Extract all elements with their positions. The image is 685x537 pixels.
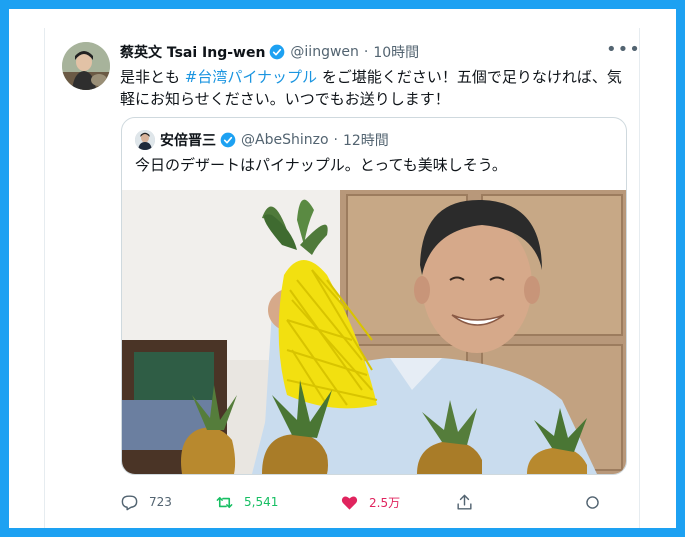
activity-button[interactable] (583, 490, 612, 514)
tweet-header: 蔡英文 Tsai Ing-wen @iingwen · 10時間 (120, 42, 419, 62)
quoted-author-handle: @AbeShinzo (241, 132, 329, 148)
quoted-separator-dot: · (333, 132, 338, 148)
quoted-photo[interactable] (122, 190, 626, 474)
tweet-text: 是非とも #台湾パイナップル をご堪能ください！五個で足りなければ、気軽にお知ら… (120, 66, 630, 110)
like-count: 2.5万 (369, 495, 401, 510)
retweet-button[interactable]: 5,541 (215, 490, 278, 514)
quoted-header: 安倍晋三 @AbeShinzo · 12時間 (160, 130, 389, 150)
tweet-actions: 723 5,541 2.5万 (120, 490, 600, 514)
share-button[interactable] (455, 490, 484, 514)
separator-dot: · (363, 44, 369, 60)
share-icon (457, 494, 472, 510)
more-horizontal-icon[interactable]: ••• (606, 39, 641, 60)
quoted-time: 12時間 (342, 133, 389, 149)
author-name[interactable]: 蔡英文 Tsai Ing-wen (120, 42, 265, 62)
quoted-tweet[interactable]: 安倍晋三 @AbeShinzo · 12時間 今日のデザートはパイナップル。とっ… (121, 117, 627, 475)
reply-icon (121, 494, 138, 510)
verified-badge-icon (270, 44, 285, 60)
quoted-author-avatar (135, 130, 155, 150)
author-handle[interactable]: @iingwen (290, 44, 358, 60)
hashtag-link[interactable]: #台湾パイナップル (185, 68, 317, 86)
reply-button[interactable]: 723 (120, 490, 172, 514)
quoted-text: 今日のデザートはパイナップル。とっても美味しそう。 (135, 156, 507, 174)
tweet-text-before: 是非とも (120, 68, 185, 86)
retweet-count: 5,541 (244, 495, 279, 509)
tweet-time[interactable]: 10時間 (373, 42, 419, 62)
author-avatar[interactable] (62, 42, 110, 90)
retweet-icon (216, 496, 233, 508)
reply-count: 723 (149, 495, 172, 509)
like-button[interactable]: 2.5万 (340, 490, 400, 514)
heart-icon (341, 496, 358, 510)
quoted-verified-badge-icon (220, 132, 236, 148)
quoted-author-name: 安倍晋三 (160, 133, 216, 149)
circle-icon (586, 495, 599, 509)
